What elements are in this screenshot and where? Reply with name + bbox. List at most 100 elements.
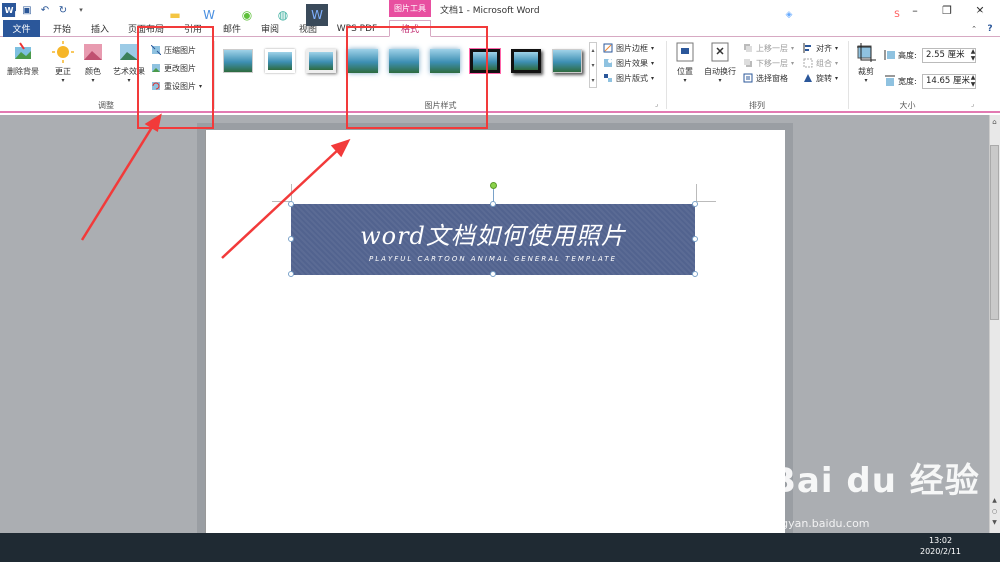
position-button[interactable]: 位置 ▾ — [672, 41, 698, 84]
color-icon — [84, 44, 102, 60]
picture-layout-label: 图片版式 — [616, 73, 648, 83]
width-icon — [885, 75, 895, 86]
remove-background-label: 删除背景 — [7, 67, 39, 76]
picture-layout-button[interactable]: 图片版式 ▾ — [603, 71, 654, 85]
separator — [214, 41, 215, 109]
window-title: 文档1 - Microsoft Word — [440, 6, 540, 16]
task-view-icon[interactable]: ⧉ — [110, 4, 132, 26]
size-group-label: 大小 — [899, 101, 916, 110]
corrections-button[interactable]: 更正 ▾ — [50, 41, 76, 84]
document-page[interactable] — [205, 130, 785, 533]
annotation-box-styles — [346, 26, 488, 129]
clock-date: 2020/2/11 — [920, 547, 962, 556]
separator — [666, 41, 667, 109]
selected-picture[interactable]: word文档如何使用照片 PLAYFUL CARTOON ANIMAL GENE… — [291, 204, 695, 275]
dialog-launcher-icon[interactable]: ⌟ — [655, 100, 658, 108]
clock-time: 13:02 — [928, 536, 953, 545]
height-input[interactable]: 2.55 厘米 — [922, 48, 976, 63]
rotation-handle[interactable] — [490, 182, 497, 189]
height-label: 高度: — [898, 51, 917, 60]
resize-handle-se[interactable] — [692, 271, 698, 277]
file-explorer-icon[interactable]: ▬ — [164, 4, 186, 26]
picture-style-1[interactable] — [223, 49, 253, 73]
arrange-group-label: 排列 — [749, 101, 765, 110]
wps-icon[interactable]: W — [198, 4, 220, 26]
picture-layout-icon — [604, 74, 612, 82]
group-label: 组合 — [816, 58, 832, 68]
resize-handle-sw[interactable] — [288, 271, 294, 277]
width-label: 宽度: — [898, 77, 917, 86]
crop-button[interactable]: 裁剪 ▾ — [853, 41, 879, 84]
taskbar — [0, 533, 1000, 562]
height-spinner[interactable]: ▲ ▼ — [969, 48, 977, 63]
send-backward-label: 下移一层 — [756, 58, 788, 68]
rotate-label: 旋转 — [816, 73, 832, 83]
bring-forward-button[interactable]: 上移一层 ▾ — [743, 41, 794, 55]
corrections-label: 更正 — [55, 67, 71, 76]
picture-effects-button[interactable]: 图片效果 ▾ — [603, 56, 654, 70]
ime-indicator[interactable]: 中 — [866, 4, 888, 26]
wrap-text-label: 自动换行 — [704, 67, 736, 76]
app-icon[interactable]: ◍ — [272, 4, 294, 26]
resize-handle-n[interactable] — [490, 201, 496, 207]
resize-handle-w[interactable] — [288, 236, 294, 242]
notification-icon[interactable]: ▢ — [968, 4, 990, 26]
picture-style-8[interactable] — [511, 49, 541, 73]
picture-subtitle-text: PLAYFUL CARTOON ANIMAL GENERAL TEMPLATE — [369, 255, 617, 263]
picture-effects-label: 图片效果 — [616, 58, 648, 68]
picture-border-button[interactable]: 图片边框 ▾ — [603, 41, 654, 55]
picture-border-icon — [603, 43, 613, 53]
wrap-text-icon — [711, 42, 729, 62]
picture-tools-context-label: 图片工具 — [389, 0, 431, 17]
windows-start-icon[interactable]: ⊞ — [8, 4, 30, 26]
ruler-toggle-icon[interactable]: ⌂ — [990, 118, 999, 130]
crop-label: 裁剪 — [858, 67, 874, 76]
wrap-text-button[interactable]: 自动换行 ▾ — [701, 41, 739, 84]
browser-icon[interactable]: ◉ — [236, 4, 258, 26]
word-taskbar-icon[interactable]: W — [306, 4, 328, 26]
restore-button[interactable]: ❐ — [932, 0, 962, 20]
clock[interactable]: 13:02 2020/2/11 — [920, 535, 961, 557]
group-icon — [803, 58, 813, 68]
bring-forward-label: 上移一层 — [756, 43, 788, 53]
picture-title-text: word文档如何使用照片 — [360, 222, 626, 250]
remove-background-button[interactable]: 删除背景 — [4, 41, 42, 77]
color-button[interactable]: 颜色 ▾ — [80, 41, 106, 84]
send-backward-icon — [744, 59, 752, 67]
search-icon[interactable]: ⌕ — [42, 4, 64, 26]
bring-forward-icon — [744, 44, 752, 52]
group-button[interactable]: 组合 ▾ — [803, 56, 838, 70]
margin-mark — [696, 201, 716, 202]
resize-handle-s[interactable] — [490, 271, 496, 277]
crop-icon — [857, 43, 876, 62]
page-nav-icons[interactable]: ▲ ○ ▼ — [990, 495, 999, 528]
color-label: 颜色 — [85, 67, 101, 76]
align-button[interactable]: 对齐 ▾ — [803, 41, 838, 55]
rotate-icon — [804, 74, 812, 82]
resize-handle-ne[interactable] — [692, 201, 698, 207]
tray-sogou-icon[interactable]: S — [886, 4, 908, 26]
resize-handle-e[interactable] — [692, 236, 698, 242]
selection-pane-button[interactable]: 选择窗格 — [743, 71, 788, 85]
baidu-watermark: Bai du 经验 — [770, 461, 980, 501]
sun-icon — [52, 41, 74, 63]
picture-style-3[interactable] — [306, 49, 336, 73]
size-dialog-launcher-icon[interactable]: ⌟ — [971, 100, 974, 108]
picture-style-9[interactable] — [552, 49, 582, 73]
align-label: 对齐 — [816, 43, 832, 53]
annotation-box-adjust — [137, 26, 214, 129]
position-label: 位置 — [677, 67, 693, 76]
style-gallery-scroll[interactable]: ▴ ▾ ▾ — [589, 42, 597, 88]
selection-pane-label: 选择窗格 — [756, 73, 788, 83]
selection-pane-icon — [743, 73, 753, 83]
cortana-icon[interactable]: ○ — [76, 4, 98, 26]
picture-style-2[interactable] — [265, 49, 295, 73]
send-backward-button[interactable]: 下移一层 ▾ — [743, 56, 794, 70]
width-spinner[interactable]: ▲ ▼ — [969, 74, 977, 89]
picture-effects-icon — [604, 59, 612, 67]
width-input[interactable]: 14.65 厘米 — [922, 74, 976, 89]
remove-background-icon — [15, 42, 31, 59]
resize-handle-nw[interactable] — [288, 201, 294, 207]
rotate-button[interactable]: 旋转 ▾ — [803, 71, 838, 85]
scrollbar-thumb[interactable] — [990, 145, 999, 320]
